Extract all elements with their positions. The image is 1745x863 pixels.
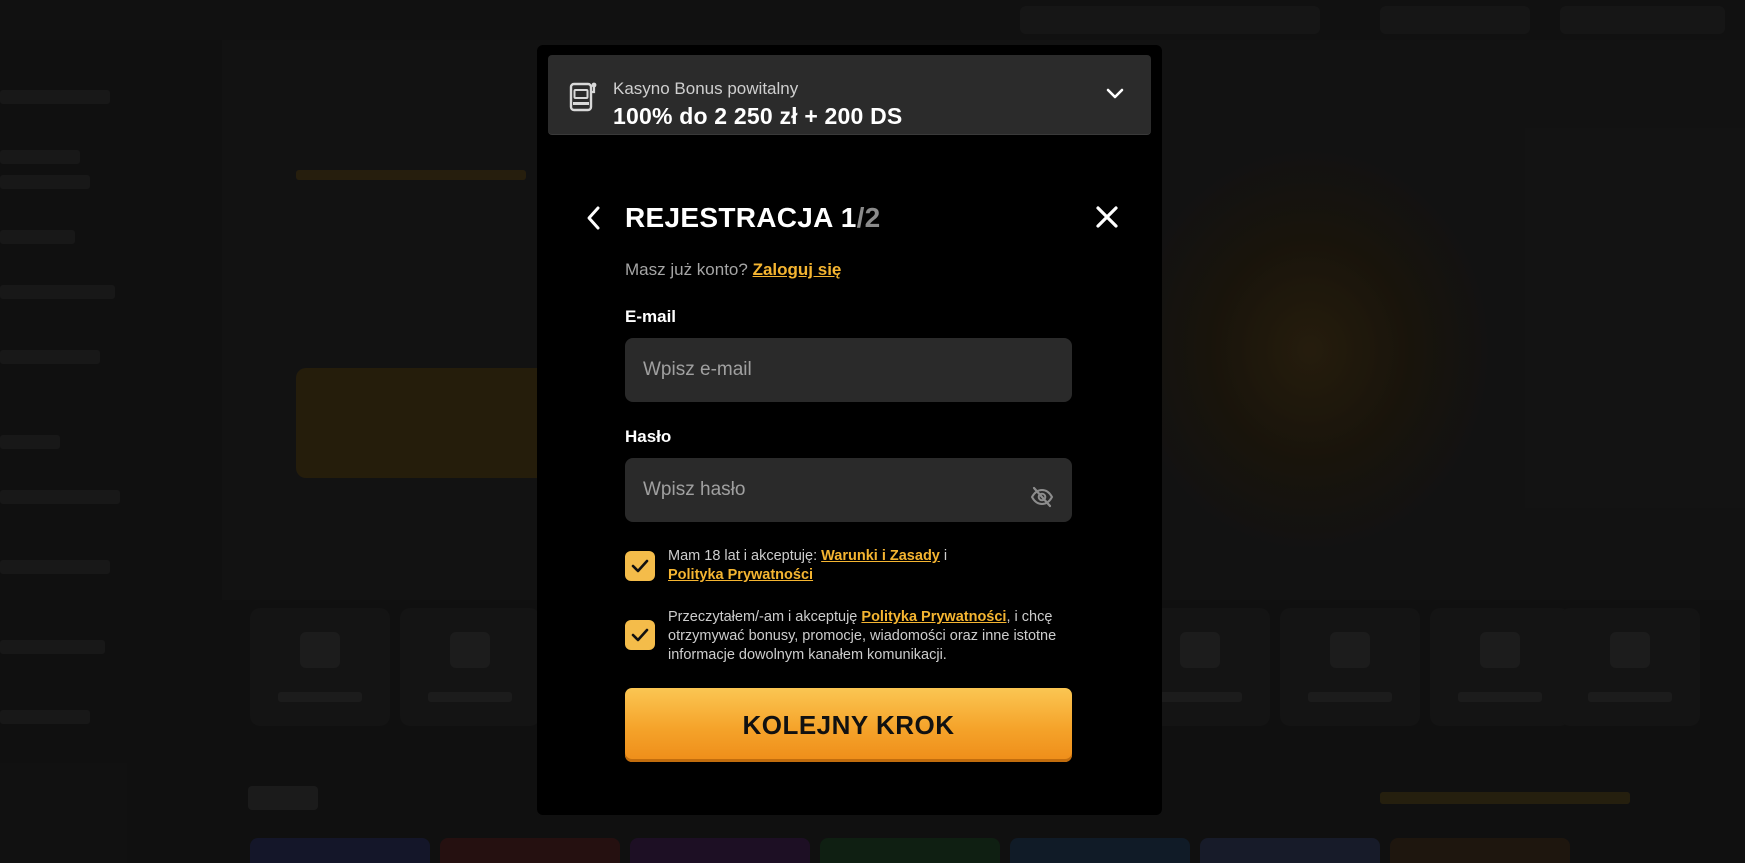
terms-text-2: i bbox=[939, 548, 948, 564]
email-field[interactable] bbox=[625, 338, 1072, 402]
marketing-consent-text: Przeczytałem/-am i akceptuję Polityka Pr… bbox=[668, 608, 1078, 665]
terms-checkbox[interactable] bbox=[625, 551, 655, 581]
chevron-down-icon[interactable] bbox=[1105, 87, 1125, 101]
title-step: REJESTRACJA 1 bbox=[625, 202, 857, 233]
marketing-text-1: Przeczytałem/-am i akceptuję bbox=[668, 609, 862, 625]
login-prompt: Masz już konto? Zaloguj się bbox=[625, 260, 841, 280]
chevron-left-icon bbox=[581, 206, 607, 237]
back-button[interactable] bbox=[581, 203, 607, 233]
marketing-checkbox[interactable] bbox=[625, 620, 655, 650]
terms-link[interactable]: Warunki i Zasady bbox=[821, 548, 940, 564]
bonus-title: 100% do 2 250 zł + 200 DS bbox=[613, 103, 903, 129]
email-label: E-mail bbox=[625, 307, 677, 326]
login-link[interactable]: Zaloguj się bbox=[753, 260, 842, 279]
eye-off-icon[interactable] bbox=[1030, 485, 1054, 509]
registration-modal: Kasyno Bonus powitalny 100% do 2 250 zł … bbox=[537, 45, 1162, 815]
login-prompt-text: Masz już konto? bbox=[625, 260, 748, 279]
next-step-button[interactable]: KOLEJNY KROK bbox=[625, 688, 1072, 762]
terms-text-1: Mam 18 lat i akceptuję: bbox=[668, 548, 822, 564]
close-button[interactable] bbox=[1093, 203, 1121, 231]
checkmark-icon bbox=[631, 559, 649, 573]
modal-title: REJESTRACJA 1/2 bbox=[625, 202, 881, 234]
password-label: Hasło bbox=[625, 427, 672, 446]
bonus-subtitle: Kasyno Bonus powitalny bbox=[613, 79, 799, 98]
welcome-bonus-dropdown[interactable]: Kasyno Bonus powitalny 100% do 2 250 zł … bbox=[548, 55, 1151, 135]
title-step-total: /2 bbox=[856, 202, 881, 233]
password-field[interactable] bbox=[625, 458, 1072, 522]
marketing-privacy-policy-link[interactable]: Polityka Prywatności bbox=[861, 609, 1006, 625]
close-icon bbox=[1093, 206, 1121, 235]
slot-machine-icon bbox=[568, 80, 598, 112]
privacy-policy-link[interactable]: Polityka Prywatności bbox=[668, 567, 813, 583]
terms-consent-text: Mam 18 lat i akceptuję: Warunki i Zasady… bbox=[668, 547, 1078, 585]
checkmark-icon bbox=[631, 628, 649, 642]
